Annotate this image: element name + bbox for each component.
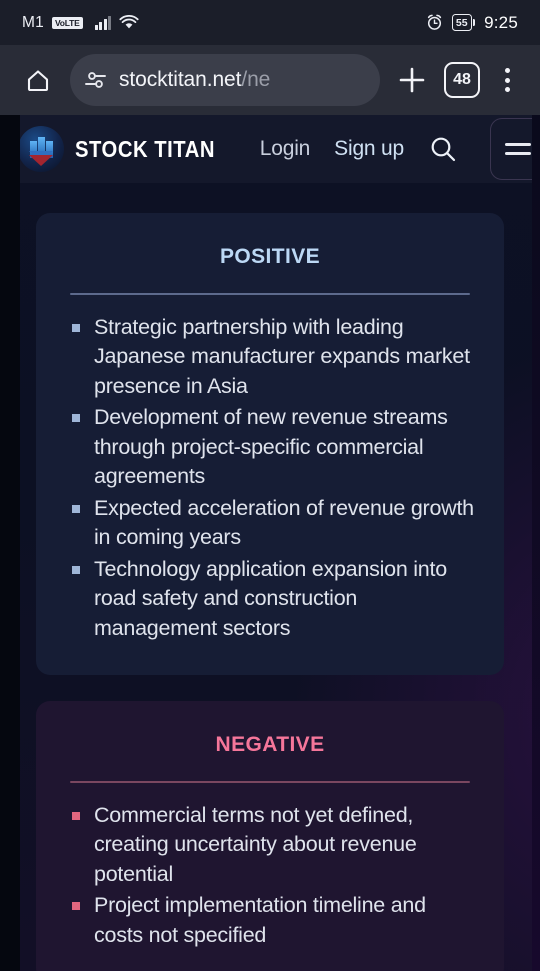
three-dot-menu-icon[interactable] [490,58,524,102]
list-item: Project implementation timeline and cost… [72,891,480,950]
site-header: STOCK TITAN Login Sign up [0,115,540,183]
list-item: Expected acceleration of revenue growth … [72,494,480,553]
wifi-icon [119,15,139,30]
volte-badge: VoLTE [51,16,83,29]
site-nav: Login Sign up [260,118,540,180]
list-item: Commercial terms not yet defined, creati… [72,801,480,890]
article-content: Positive Strategic partnership with lead… [0,213,540,971]
page-left-edge [0,115,20,971]
battery-level: 55 [451,14,472,31]
phone-screen: M1 VoLTE 55 9:25 stocktitan.net/ne 48 ST… [0,0,540,971]
positive-card-title: Positive [219,237,321,270]
negative-card-divider [70,781,470,783]
positive-card-divider [70,293,470,295]
list-item: Development of new revenue streams throu… [72,403,480,492]
signup-link[interactable]: Sign up [334,137,404,161]
negative-card-title: Negative [215,725,325,758]
battery-indicator: 55 [451,14,476,31]
home-icon[interactable] [16,58,60,102]
tune-icon[interactable] [84,70,108,90]
status-bar: M1 VoLTE 55 9:25 [0,0,540,45]
url-path: /ne [241,68,271,91]
list-item: Technology application expansion into ro… [72,555,480,644]
negative-card: Negative Commercial terms not yet define… [36,701,504,971]
url-domain: stocktitan.net [119,68,242,91]
negative-bullet-list: Commercial terms not yet defined, creati… [72,801,480,951]
status-bar-left: M1 VoLTE [22,14,139,32]
tab-count-label: 48 [453,71,471,88]
plus-icon[interactable] [390,58,434,102]
positive-card: Positive Strategic partnership with lead… [36,213,504,675]
address-bar[interactable]: stocktitan.net/ne [70,54,380,106]
signal-bars-icon [94,15,112,30]
list-item: Strategic partnership with leading Japan… [72,313,480,402]
clock-label: 9:25 [484,12,518,32]
carrier-label: M1 [22,13,44,31]
web-page: STOCK TITAN Login Sign up Positive [0,115,540,971]
login-link[interactable]: Login [260,137,311,161]
url-text[interactable]: stocktitan.net/ne [119,68,270,92]
stock-titan-logo-icon[interactable] [18,126,64,172]
positive-bullet-list: Strategic partnership with leading Japan… [72,313,480,644]
brand-label[interactable]: STOCK TITAN [75,136,215,163]
status-bar-right: 55 9:25 [426,13,518,33]
battery-tip [472,19,476,26]
alarm-clock-icon [426,14,443,31]
tab-counter-button[interactable]: 48 [444,62,480,98]
page-right-edge [532,115,540,971]
browser-toolbar: stocktitan.net/ne 48 [0,45,540,115]
search-icon[interactable] [428,134,458,164]
